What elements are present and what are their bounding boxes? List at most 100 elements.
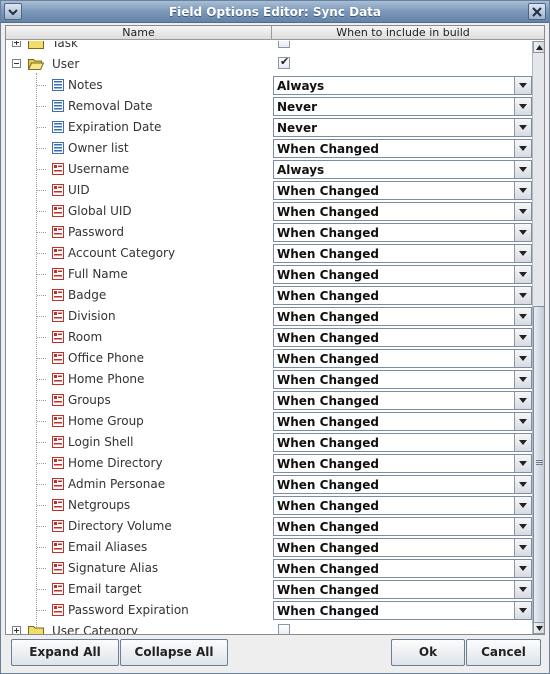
field-row[interactable]: Global UID When Changed	[6, 201, 532, 222]
name-column-header[interactable]: Name	[6, 26, 272, 40]
include-when-select[interactable]: When Changed	[273, 412, 532, 431]
ok-button[interactable]: Ok	[391, 639, 465, 666]
field-row[interactable]: Password When Changed	[6, 222, 532, 243]
expand-toggle[interactable]	[12, 41, 21, 47]
include-when-select[interactable]: When Changed	[273, 517, 532, 536]
include-when-select[interactable]: When Changed	[273, 328, 532, 347]
collapse-all-button[interactable]: Collapse All	[120, 639, 228, 666]
dropdown-arrow-button[interactable]	[514, 308, 531, 325]
include-checkbox[interactable]: ✔	[278, 55, 290, 69]
field-row[interactable]: Signature Alias When Changed	[6, 558, 532, 579]
field-row[interactable]: Username Always	[6, 159, 532, 180]
field-row[interactable]: Owner list When Changed	[6, 138, 532, 159]
field-row[interactable]: Netgroups When Changed	[6, 495, 532, 516]
cancel-button[interactable]: Cancel	[466, 639, 541, 666]
include-when-select[interactable]: When Changed	[273, 244, 532, 263]
dropdown-arrow-button[interactable]	[514, 203, 531, 220]
dropdown-arrow-button[interactable]	[514, 560, 531, 577]
field-row[interactable]: Badge When Changed	[6, 285, 532, 306]
field-row[interactable]: Home Phone When Changed	[6, 369, 532, 390]
dropdown-arrow-button[interactable]	[514, 476, 531, 493]
include-when-select[interactable]: When Changed	[273, 370, 532, 389]
dropdown-arrow-button[interactable]	[514, 98, 531, 115]
tree-row-user[interactable]: User ✔	[6, 54, 532, 75]
include-when-select[interactable]: Never	[273, 97, 532, 116]
field-row[interactable]: Notes Always	[6, 75, 532, 96]
dropdown-arrow-button[interactable]	[514, 350, 531, 367]
include-when-select[interactable]: When Changed	[273, 391, 532, 410]
field-row[interactable]: Admin Personae When Changed	[6, 474, 532, 495]
field-row[interactable]: Full Name When Changed	[6, 264, 532, 285]
include-when-select[interactable]: When Changed	[273, 475, 532, 494]
field-row[interactable]: Home Directory When Changed	[6, 453, 532, 474]
dropdown-arrow-button[interactable]	[514, 539, 531, 556]
include-when-select[interactable]: When Changed	[273, 223, 532, 242]
field-row[interactable]: Account Category When Changed	[6, 243, 532, 264]
expand-all-button[interactable]: Expand All	[11, 639, 119, 666]
include-when-select[interactable]: Always	[273, 160, 532, 179]
dropdown-arrow-button[interactable]	[514, 287, 531, 304]
field-row[interactable]: Office Phone When Changed	[6, 348, 532, 369]
dropdown-arrow-button[interactable]	[514, 266, 531, 283]
include-when-select[interactable]: When Changed	[273, 307, 532, 326]
field-row[interactable]: Removal Date Never	[6, 96, 532, 117]
field-row[interactable]: Email Aliases When Changed	[6, 537, 532, 558]
dropdown-arrow-button[interactable]	[514, 119, 531, 136]
scroll-thumb[interactable]	[533, 306, 544, 624]
dropdown-arrow-button[interactable]	[514, 413, 531, 430]
field-row[interactable]: UID When Changed	[6, 180, 532, 201]
dropdown-arrow-button[interactable]	[514, 497, 531, 514]
close-button[interactable]	[528, 3, 546, 20]
dropdown-arrow-button[interactable]	[514, 161, 531, 178]
tree-row-user-category[interactable]: User Category	[6, 621, 532, 634]
scroll-up-button[interactable]	[533, 41, 544, 53]
include-when-select[interactable]: Always	[273, 76, 532, 95]
include-when-select[interactable]: When Changed	[273, 139, 532, 158]
expand-toggle[interactable]	[12, 626, 21, 634]
field-row[interactable]: Email target When Changed	[6, 579, 532, 600]
dropdown-arrow-button[interactable]	[514, 602, 531, 619]
include-when-select[interactable]: When Changed	[273, 286, 532, 305]
include-when-select[interactable]: Never	[273, 118, 532, 137]
field-row[interactable]: Directory Volume When Changed	[6, 516, 532, 537]
when-column-header[interactable]: When to include in build	[272, 26, 534, 40]
include-when-select[interactable]: When Changed	[273, 181, 532, 200]
include-when-select[interactable]: When Changed	[273, 265, 532, 284]
include-when-select[interactable]: When Changed	[273, 559, 532, 578]
include-when-select[interactable]: When Changed	[273, 433, 532, 452]
field-row[interactable]: Login Shell When Changed	[6, 432, 532, 453]
dropdown-arrow-button[interactable]	[514, 518, 531, 535]
include-when-select[interactable]: When Changed	[273, 496, 532, 515]
include-when-select[interactable]: When Changed	[273, 601, 532, 620]
collapse-toggle[interactable]	[12, 59, 21, 68]
dropdown-arrow-button[interactable]	[514, 392, 531, 409]
dropdown-arrow-button[interactable]	[514, 371, 531, 388]
dropdown-arrow-button[interactable]	[514, 455, 531, 472]
include-checkbox[interactable]	[278, 41, 290, 48]
dropdown-arrow-button[interactable]	[514, 77, 531, 94]
include-when-select[interactable]: When Changed	[273, 538, 532, 557]
dropdown-arrow-button[interactable]	[514, 329, 531, 346]
dropdown-arrow-button[interactable]	[514, 182, 531, 199]
dropdown-arrow-button[interactable]	[514, 581, 531, 598]
include-when-select[interactable]: When Changed	[273, 454, 532, 473]
include-when-select[interactable]: When Changed	[273, 580, 532, 599]
field-row[interactable]: Expiration Date Never	[6, 117, 532, 138]
include-when-select[interactable]: When Changed	[273, 349, 532, 368]
include-checkbox[interactable]	[278, 624, 290, 634]
title-bar[interactable]: Field Options Editor: Sync Data	[1, 1, 549, 23]
field-row[interactable]: Password Expiration When Changed	[6, 600, 532, 621]
field-row[interactable]: Groups When Changed	[6, 390, 532, 411]
red-field-icon	[52, 331, 64, 343]
dropdown-arrow-button[interactable]	[514, 140, 531, 157]
dropdown-arrow-button[interactable]	[514, 434, 531, 451]
tree-row-task[interactable]: Task	[6, 41, 532, 54]
scroll-down-button[interactable]	[533, 622, 544, 634]
field-row[interactable]: Division When Changed	[6, 306, 532, 327]
field-row[interactable]: Room When Changed	[6, 327, 532, 348]
dropdown-arrow-button[interactable]	[514, 224, 531, 241]
vertical-scrollbar[interactable]	[532, 41, 544, 634]
field-row[interactable]: Home Group When Changed	[6, 411, 532, 432]
include-when-select[interactable]: When Changed	[273, 202, 532, 221]
dropdown-arrow-button[interactable]	[514, 245, 531, 262]
